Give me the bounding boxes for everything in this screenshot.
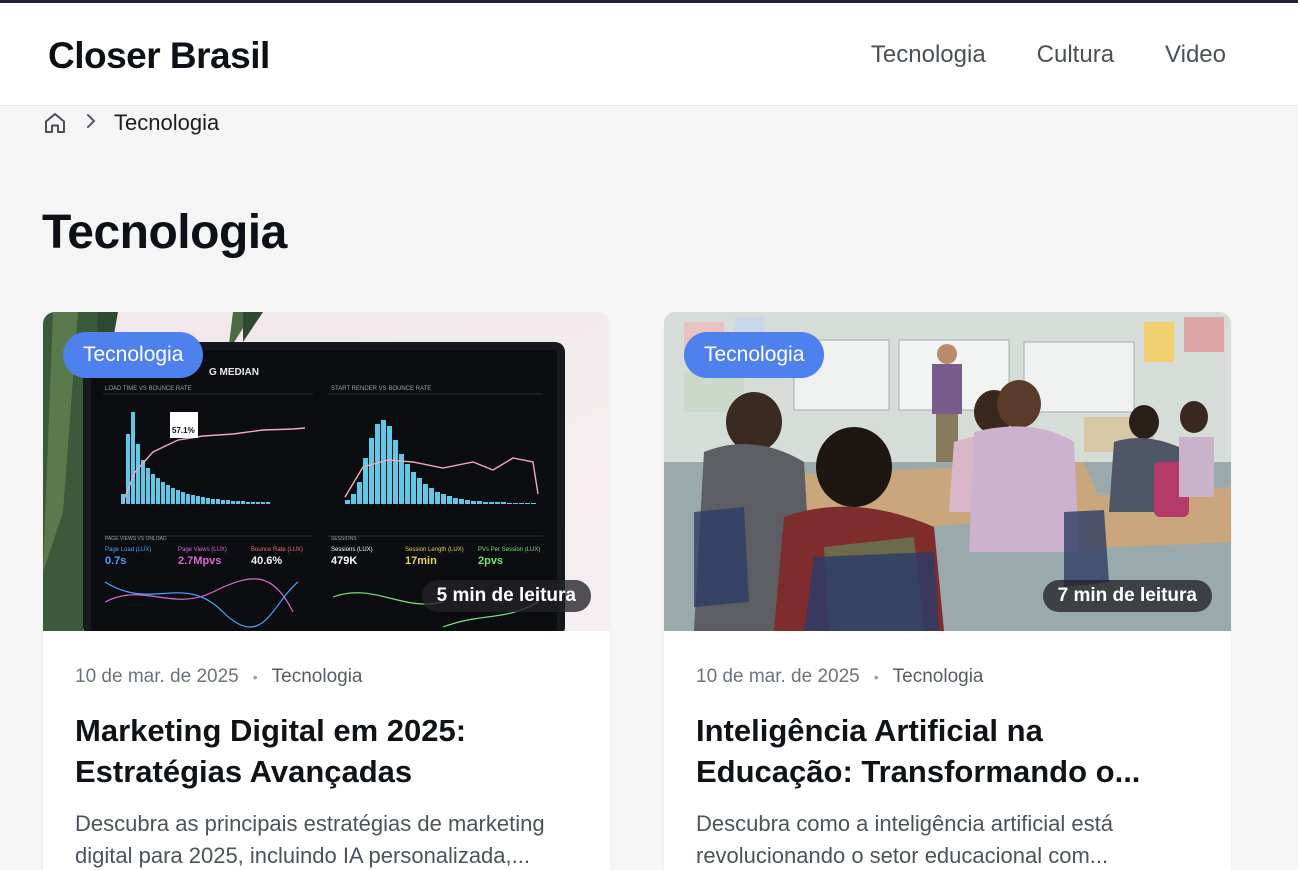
stat-label: Page Views (LUX) [178, 547, 227, 553]
panel-label: START RENDER VS BOUNCE RATE [331, 386, 431, 392]
article-date: 10 de mar. de 2025 [75, 666, 239, 687]
chevron-right-icon [84, 112, 98, 135]
tooltip-value: 57.1% [172, 426, 195, 435]
breadcrumb-current: Tecnologia [114, 110, 220, 135]
stat-label: Session Length (LUX) [405, 547, 464, 553]
panel-label: SESSIONS [331, 536, 357, 542]
read-time-badge: 5 min de leitura [421, 580, 591, 612]
dashboard-header-text: G MEDIAN [209, 367, 259, 378]
article-category[interactable]: Tecnologia [893, 666, 984, 688]
meta-separator: • [873, 669, 879, 685]
article-meta: 10 de mar. de 2025 • Tecnologia [75, 666, 363, 688]
stat-value: 0.7s [105, 555, 126, 567]
read-time-badge: 7 min de leitura [1042, 580, 1212, 612]
article-date: 10 de mar. de 2025 [696, 666, 860, 687]
main-nav: Tecnologia Cultura Video [871, 41, 1226, 69]
stat-label: Page Load (LUX) [105, 547, 151, 553]
meta-separator: • [252, 669, 258, 685]
category-badge[interactable]: Tecnologia [63, 332, 204, 378]
panel-label: PAGE VIEWS VS ONLOAD [105, 536, 167, 542]
page-title: Tecnologia [42, 206, 287, 259]
article-excerpt: Descubra como a inteligência artificial … [696, 811, 1113, 868]
nav-item-cultura[interactable]: Cultura [1037, 41, 1114, 69]
site-header: Closer Brasil Tecnologia Cultura Video [0, 3, 1298, 106]
panel-label: LOAD TIME VS BOUNCE RATE [105, 386, 191, 392]
article-title[interactable]: Inteligência Artificial na Educação: Tra… [696, 710, 1206, 792]
article-card[interactable]: G MEDIAN LOAD TIME VS BOUNCE RATE START … [43, 312, 610, 870]
article-thumbnail[interactable]: Tecnologia 7 min de leitura [664, 312, 1231, 631]
nav-item-video[interactable]: Video [1165, 41, 1226, 69]
nav-item-tecnologia[interactable]: Tecnologia [871, 41, 986, 69]
stat-value: 2.7Mpvs [178, 555, 221, 567]
breadcrumb: Tecnologia [42, 108, 219, 138]
stat-value: 2pvs [478, 555, 503, 567]
stat-label: PVs Per Session (LUX) [478, 547, 540, 553]
stat-label: Bounce Rate (LUX) [251, 547, 303, 553]
article-thumbnail[interactable]: G MEDIAN LOAD TIME VS BOUNCE RATE START … [43, 312, 610, 631]
article-category[interactable]: Tecnologia [272, 666, 363, 688]
article-card[interactable]: Tecnologia 7 min de leitura 10 de mar. d… [664, 312, 1231, 870]
category-badge[interactable]: Tecnologia [684, 332, 825, 378]
stat-label: Sessions (LUX) [331, 547, 373, 553]
article-meta: 10 de mar. de 2025 • Tecnologia [696, 666, 984, 688]
stat-value: 479K [331, 555, 357, 567]
brand-logo[interactable]: Closer Brasil [48, 35, 270, 77]
article-title[interactable]: Marketing Digital em 2025: Estratégias A… [75, 710, 585, 792]
stat-value: 40.6% [251, 555, 282, 567]
article-excerpt: Descubra as principais estratégias de ma… [75, 811, 545, 868]
stat-value: 17min [405, 555, 437, 567]
home-icon[interactable] [42, 110, 68, 136]
